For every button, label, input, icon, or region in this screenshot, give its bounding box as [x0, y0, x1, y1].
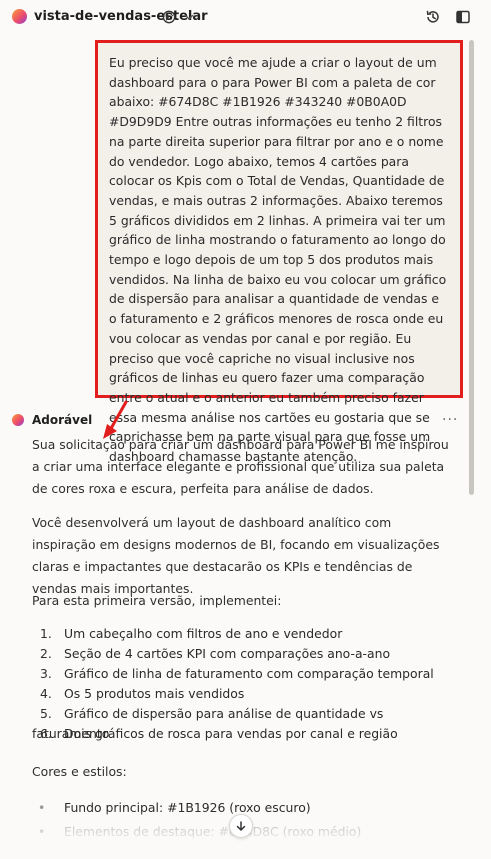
- list-number: 1.: [40, 626, 52, 641]
- list-item: 2. Seção de 4 cartões KPI com comparações…: [32, 644, 452, 664]
- list-number: 2.: [40, 646, 52, 661]
- project-name[interactable]: vista-de-vendas-estelar: [34, 9, 208, 24]
- history-icon[interactable]: [425, 9, 441, 25]
- assistant-header: Adorável ···: [12, 411, 472, 429]
- list-item: 5. Gráfico de dispersão para análise de q…: [32, 704, 452, 741]
- user-message-bubble: Eu preciso que você me ajude a criar o l…: [95, 40, 463, 464]
- list-item: 1. Um cabeçalho com filtros de ano e vend…: [32, 624, 452, 644]
- assistant-paragraph-3: Para esta primeira versão, implementei:: [32, 593, 282, 608]
- chevron-down-icon[interactable]: [183, 11, 195, 23]
- top-bar: vista-de-vendas-estelar: [0, 0, 491, 36]
- list-number: 5.: [40, 706, 52, 721]
- sidebar-toggle-icon[interactable]: [455, 9, 471, 25]
- arrow-down-icon: [236, 821, 246, 831]
- assistant-paragraph-4: Cores e estilos:: [32, 764, 127, 779]
- assistant-logo-icon: [12, 414, 24, 426]
- assistant-paragraph-2: Você desenvolverá um layout de dashboard…: [32, 515, 440, 596]
- list-item-text: Os 5 produtos mais vendidos: [64, 686, 245, 701]
- list-number: 6.: [40, 726, 52, 741]
- list-item-text: Elementos de destaque: #674D8C (roxo méd…: [64, 824, 362, 839]
- globe-icon[interactable]: [162, 10, 176, 24]
- list-item-text: Fundo principal: #1B1926 (roxo escuro): [64, 800, 311, 815]
- list-item: 3. Gráfico de linha de faturamento com co…: [32, 664, 452, 684]
- bullet: •: [38, 824, 46, 839]
- list-number: 3.: [40, 666, 52, 681]
- user-message-text: Eu preciso que você me ajude a criar o l…: [109, 55, 447, 465]
- scroll-to-bottom-button[interactable]: [229, 814, 253, 838]
- list-number: 4.: [40, 686, 52, 701]
- list-item: 4. Os 5 produtos mais vendidos: [32, 684, 452, 704]
- list-item-text: Dois gráficos de rosca para vendas por c…: [64, 726, 398, 741]
- list-item-text: Seção de 4 cartões KPI com comparações a…: [64, 646, 391, 661]
- assistant-paragraph-1: Sua solicitação para criar um dashboard …: [32, 437, 449, 496]
- more-options-icon[interactable]: ···: [442, 412, 458, 428]
- scrollbar-thumb[interactable]: [469, 40, 474, 495]
- list-item: 6. Dois gráficos de rosca para vendas por…: [32, 724, 452, 744]
- app-logo-icon: [12, 9, 27, 24]
- bullet: •: [38, 800, 46, 815]
- implemented-steps-list: 1. Um cabeçalho com filtros de ano e vend…: [32, 624, 452, 744]
- assistant-name: Adorável: [32, 413, 93, 427]
- list-item-text: Um cabeçalho com filtros de ano e vended…: [64, 626, 343, 641]
- list-item-text: Gráfico de linha de faturamento com comp…: [64, 666, 434, 681]
